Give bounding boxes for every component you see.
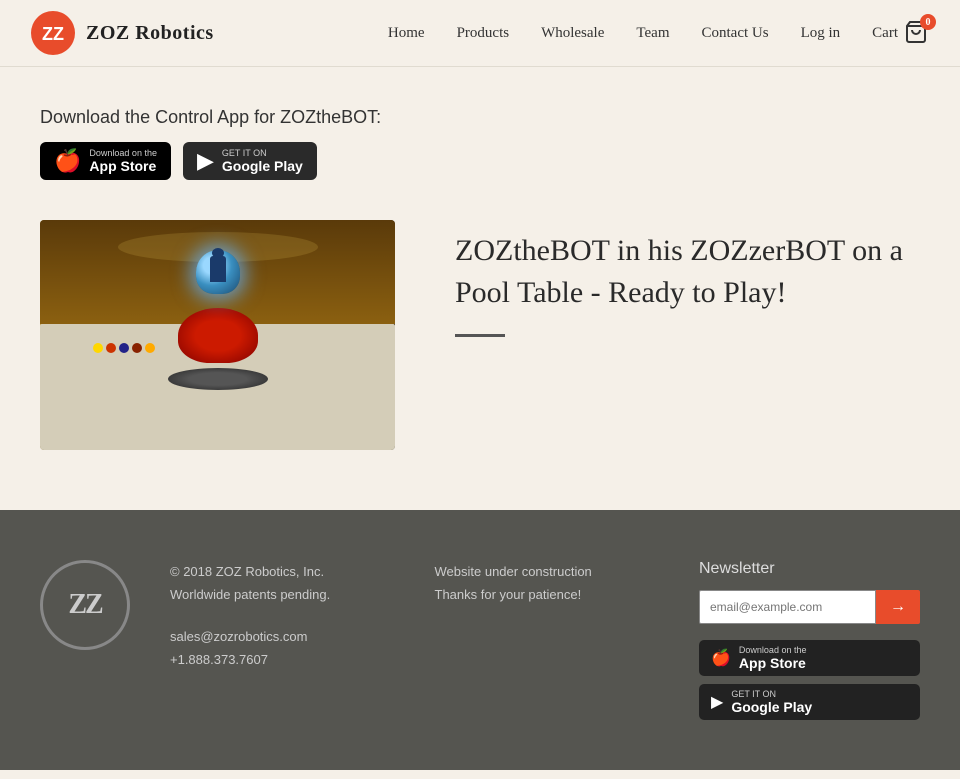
app-store-text: Download on the App Store bbox=[89, 148, 157, 174]
footer-logo-circle: ZZ bbox=[40, 560, 130, 650]
newsletter-submit-button[interactable]: → bbox=[876, 590, 920, 624]
footer-app-store-badge[interactable]: 🍎 Download on the App Store bbox=[699, 640, 920, 676]
footer-google-play-text: GET IT ON Google Play bbox=[731, 689, 812, 715]
header: ZZ ZOZ Robotics Home Products Wholesale … bbox=[0, 0, 960, 67]
footer-email[interactable]: sales@zozrobotics.com bbox=[170, 629, 307, 644]
feature-section: ZOZtheBOT in his ZOZzerBOT on a Pool Tab… bbox=[40, 220, 920, 450]
footer-store-badges: 🍎 Download on the App Store ▶ GET IT ON … bbox=[699, 640, 920, 720]
cart-button[interactable]: Cart 0 bbox=[872, 20, 930, 46]
feature-title: ZOZtheBOT in his ZOZzerBOT on a Pool Tab… bbox=[455, 230, 920, 314]
nav-contact[interactable]: Contact Us bbox=[702, 25, 769, 42]
logo-icon: ZZ bbox=[30, 10, 76, 56]
cart-badge: 0 bbox=[920, 14, 936, 30]
download-title: Download the Control App for ZOZtheBOT: bbox=[40, 107, 920, 128]
feature-text: ZOZtheBOT in his ZOZzerBOT on a Pool Tab… bbox=[455, 220, 920, 337]
newsletter-email-input[interactable] bbox=[699, 590, 876, 624]
robot-dome bbox=[196, 250, 240, 294]
cart-label: Cart bbox=[872, 25, 898, 42]
newsletter-form: → bbox=[699, 590, 920, 624]
footer-logo-text: ZZ bbox=[68, 589, 101, 621]
robot-figure bbox=[210, 256, 226, 282]
footer-patents: Worldwide patents pending. bbox=[170, 583, 395, 606]
feature-divider bbox=[455, 334, 505, 337]
nav-home[interactable]: Home bbox=[388, 25, 425, 42]
google-play-text: GET IT ON Google Play bbox=[222, 148, 303, 174]
nav-login[interactable]: Log in bbox=[801, 25, 841, 42]
app-store-badge[interactable]: 🍎 Download on the App Store bbox=[40, 142, 171, 180]
footer-website-status: Website under construction bbox=[435, 560, 660, 583]
logo-text: ZOZ Robotics bbox=[86, 22, 214, 45]
main-nav: Home Products Wholesale Team Contact Us … bbox=[388, 20, 930, 46]
robot-base bbox=[168, 368, 268, 390]
footer-apple-icon: 🍎 bbox=[711, 648, 731, 668]
footer-logo: ZZ bbox=[40, 560, 130, 650]
cart-icon-wrap: 0 bbox=[904, 20, 930, 46]
svg-text:ZZ: ZZ bbox=[42, 24, 64, 44]
footer-status: Website under construction Thanks for yo… bbox=[435, 560, 660, 607]
footer-copyright: © 2018 ZOZ Robotics, Inc. bbox=[170, 560, 395, 583]
google-play-icon: ▶ bbox=[197, 148, 214, 174]
pool-balls bbox=[93, 343, 155, 353]
google-play-badge[interactable]: ▶ GET IT ON Google Play bbox=[183, 142, 317, 180]
footer-patience: Thanks for your patience! bbox=[435, 583, 660, 606]
nav-wholesale[interactable]: Wholesale bbox=[541, 25, 604, 42]
logo[interactable]: ZZ ZOZ Robotics bbox=[30, 10, 214, 56]
footer-app-store-text: Download on the App Store bbox=[739, 645, 807, 671]
footer: ZZ © 2018 ZOZ Robotics, Inc. Worldwide p… bbox=[0, 510, 960, 770]
download-section: Download the Control App for ZOZtheBOT: … bbox=[40, 107, 920, 180]
main-content: Download the Control App for ZOZtheBOT: … bbox=[0, 67, 960, 510]
apple-icon: 🍎 bbox=[54, 148, 81, 174]
robot-body bbox=[178, 308, 258, 363]
footer-company-info: © 2018 ZOZ Robotics, Inc. Worldwide pate… bbox=[170, 560, 395, 672]
footer-google-play-icon: ▶ bbox=[711, 692, 723, 712]
footer-google-play-badge[interactable]: ▶ GET IT ON Google Play bbox=[699, 684, 920, 720]
nav-products[interactable]: Products bbox=[457, 25, 510, 42]
footer-newsletter: Newsletter → 🍎 Download on the App Store… bbox=[699, 560, 920, 720]
feature-image bbox=[40, 220, 395, 450]
store-badges: 🍎 Download on the App Store ▶ GET IT ON … bbox=[40, 142, 920, 180]
footer-phone: +1.888.373.7607 bbox=[170, 648, 395, 671]
nav-team[interactable]: Team bbox=[636, 25, 669, 42]
newsletter-title: Newsletter bbox=[699, 560, 920, 578]
